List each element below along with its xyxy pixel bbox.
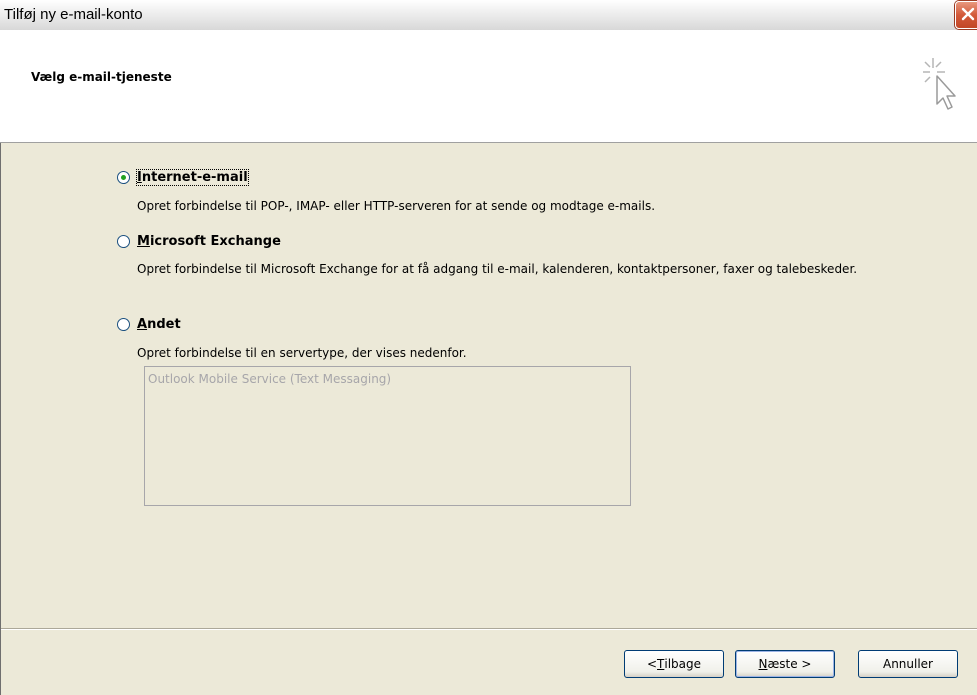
accelerator-key: N — [758, 657, 768, 671]
radio-button[interactable] — [117, 318, 130, 331]
option-label: Microsoft Exchange — [137, 234, 281, 249]
window-title: Tilføj ny e-mail-konto — [4, 6, 143, 23]
back-button[interactable]: < Tilbage — [624, 650, 724, 678]
button-label: Annuller — [882, 657, 933, 671]
page-title: Vælg e-mail-tjeneste — [31, 70, 172, 84]
title-bar[interactable]: Tilføj ny e-mail-konto — [0, 0, 977, 31]
list-item: Outlook Mobile Service (Text Messaging) — [148, 372, 392, 386]
radio-button-checked[interactable] — [117, 171, 130, 184]
option-label: Internet-e-mail — [136, 169, 249, 186]
cancel-button[interactable]: Annuller — [858, 650, 958, 678]
close-icon — [961, 7, 975, 21]
button-label: æste > — [767, 657, 812, 671]
radio-other[interactable]: Andet — [117, 317, 181, 332]
next-button[interactable]: Næste > — [735, 650, 835, 678]
footer-divider — [1, 628, 977, 630]
button-prefix: < — [646, 657, 658, 671]
close-button[interactable] — [955, 1, 977, 29]
other-services-listbox[interactable]: Outlook Mobile Service (Text Messaging) — [144, 366, 631, 506]
wizard-header: Vælg e-mail-tjeneste — [0, 30, 977, 143]
radio-button[interactable] — [117, 235, 130, 248]
wizard-cursor-icon — [923, 58, 956, 110]
button-label: ilbage — [664, 657, 702, 671]
accelerator-key: T — [657, 657, 665, 671]
option-description: Opret forbindelse til POP-, IMAP- eller … — [137, 199, 656, 213]
option-description: Opret forbindelse til en servertype, der… — [137, 346, 467, 360]
option-label: Andet — [137, 317, 181, 332]
option-description: Opret forbindelse til Microsoft Exchange… — [137, 262, 858, 276]
add-email-account-dialog: Tilføj ny e-mail-konto Vælg e-mail-tjene… — [0, 0, 977, 695]
radio-internet-email[interactable]: Internet-e-mail — [117, 169, 249, 186]
radio-microsoft-exchange[interactable]: Microsoft Exchange — [117, 234, 281, 249]
